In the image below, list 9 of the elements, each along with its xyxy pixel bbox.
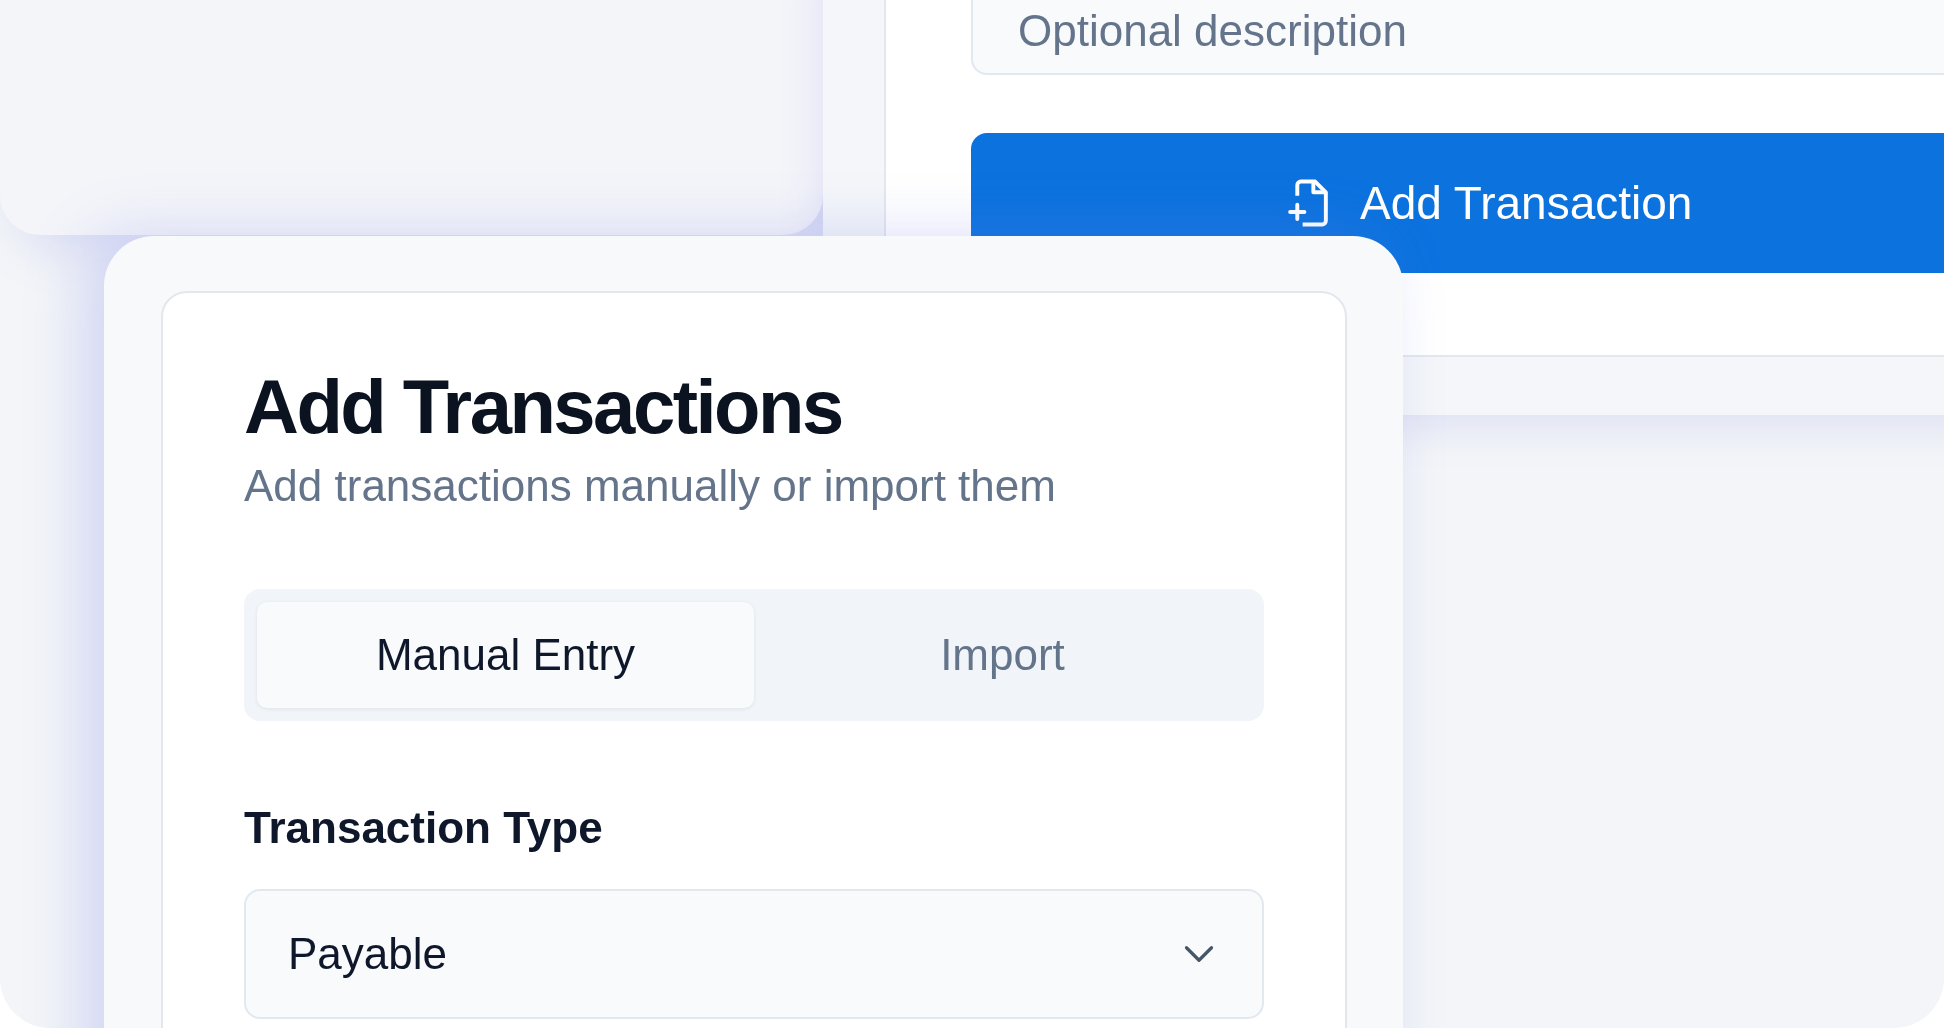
file-plus-icon: [1286, 178, 1330, 228]
chevron-down-icon: [1184, 944, 1214, 963]
dialog-subtitle: Add transactions manually or import them: [244, 460, 1056, 511]
dialog-title: Add Transactions: [244, 365, 842, 449]
description-field[interactable]: Optional description: [971, 0, 1944, 75]
field-label: Transaction Type: [244, 802, 603, 853]
transaction-type-select[interactable]: Payable: [244, 888, 1264, 1019]
tab[interactable]: Manual Entry: [257, 601, 754, 708]
tab[interactable]: Import: [754, 601, 1251, 708]
